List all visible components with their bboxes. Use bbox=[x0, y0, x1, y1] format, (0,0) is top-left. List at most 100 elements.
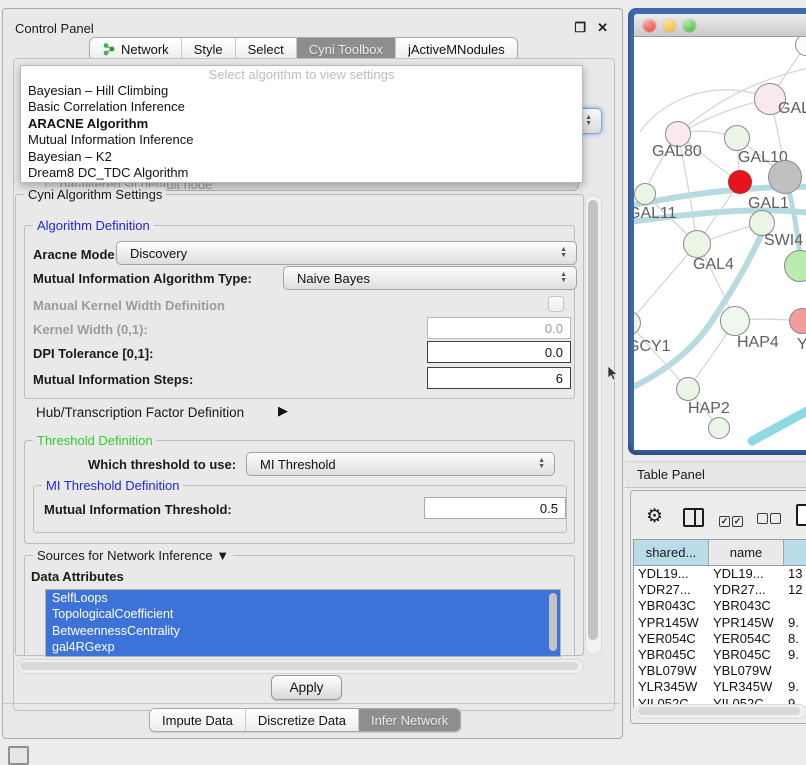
popup-item[interactable]: Mutual Information Inference bbox=[21, 132, 582, 148]
manual-kernel-checkbox[interactable] bbox=[548, 296, 564, 312]
node-label: GAL4 bbox=[693, 256, 734, 274]
settings-scrollbar-track[interactable] bbox=[585, 195, 602, 655]
data-attributes-list: SelfLoops TopologicalCoefficient Between… bbox=[45, 589, 561, 657]
settings-hscrollbar-track[interactable] bbox=[17, 659, 584, 674]
list-item[interactable]: BetweennessCentrality bbox=[46, 623, 560, 639]
table-row[interactable]: YBR043CYBR043C bbox=[634, 598, 806, 614]
threshold-definition-title: Threshold Definition bbox=[33, 433, 157, 448]
popup-item[interactable]: Dream8 DC_TDC Algorithm bbox=[21, 165, 582, 181]
stepper-icon: ▲▼ bbox=[560, 267, 567, 289]
mi-threshold-field[interactable]: 0.5 bbox=[424, 497, 566, 519]
table-hscrollbar-thumb[interactable] bbox=[638, 707, 800, 715]
list-scrollbar[interactable] bbox=[549, 593, 557, 651]
mi-threshold-title: MI Threshold Definition bbox=[42, 478, 183, 493]
node-label: Y bbox=[797, 336, 806, 354]
table-row[interactable]: YLR345WYLR345W9. bbox=[634, 679, 806, 695]
tab-discretize-data[interactable]: Discretize Data bbox=[246, 709, 359, 731]
network-canvas[interactable]: GAL GAL80 GAL10 GAL1 GAL11 SWI4 GAL4 GCY… bbox=[634, 37, 806, 450]
network-node[interactable] bbox=[676, 377, 700, 401]
tab-infer-network[interactable]: Infer Network bbox=[359, 709, 460, 731]
settings-hscrollbar-thumb[interactable] bbox=[20, 662, 578, 670]
network-node[interactable] bbox=[720, 306, 750, 336]
node-label: GAL1 bbox=[748, 195, 789, 213]
network-node[interactable] bbox=[724, 125, 750, 151]
network-node[interactable] bbox=[708, 417, 730, 439]
table-hscrollbar-track[interactable] bbox=[635, 704, 806, 719]
apply-button[interactable]: Apply bbox=[271, 675, 342, 700]
manual-kernel-label: Manual Kernel Width Definition bbox=[33, 298, 225, 313]
dpi-tolerance-field[interactable]: 0.0 bbox=[427, 341, 571, 363]
tab-cyni-toolbox[interactable]: Cyni Toolbox bbox=[297, 38, 396, 60]
control-panel-window: Control Panel ❐ ✕ Network Style Select C… bbox=[2, 8, 623, 739]
gear-icon[interactable]: ⚙ bbox=[646, 505, 663, 528]
list-item[interactable]: SelfLoops bbox=[46, 590, 560, 606]
network-window-titlebar[interactable] bbox=[634, 14, 806, 37]
close-window-icon[interactable]: ✕ bbox=[597, 20, 608, 36]
kernel-width-field[interactable]: 0.0 bbox=[427, 317, 571, 339]
algorithm-definition-group: Algorithm Definition Aracne Mode: Discov… bbox=[24, 225, 575, 399]
tab-style[interactable]: Style bbox=[182, 38, 236, 60]
network-icon bbox=[102, 42, 116, 56]
select-all-checkboxes-icon[interactable]: ✓✓ bbox=[719, 511, 745, 529]
mouse-cursor bbox=[607, 366, 618, 381]
stepper-icon: ▲▼ bbox=[538, 453, 545, 475]
collapse-panel-button[interactable] bbox=[8, 746, 29, 765]
minimize-traffic-light-icon[interactable] bbox=[663, 19, 676, 32]
popup-item[interactable]: Bayesian – K2 bbox=[21, 149, 582, 165]
deselect-all-checkboxes-icon[interactable] bbox=[757, 511, 783, 529]
network-node[interactable] bbox=[634, 183, 656, 205]
network-node-selected[interactable] bbox=[728, 170, 752, 194]
zoom-traffic-light-icon[interactable] bbox=[683, 19, 696, 32]
kernel-width-label: Kernel Width (0,1): bbox=[33, 322, 148, 337]
settings-scrollbar-thumb[interactable] bbox=[588, 200, 598, 640]
tab-select[interactable]: Select bbox=[236, 38, 297, 60]
node-table: shared... name YDL19...YDL19...13 YDR27.… bbox=[633, 539, 806, 708]
table-header-row: shared... name bbox=[634, 540, 806, 566]
table-row[interactable]: YDR27...YDR27...12 bbox=[634, 582, 806, 598]
node-label: GAL80 bbox=[652, 143, 702, 161]
table-row[interactable]: YDL19...YDL19...13 bbox=[634, 566, 806, 582]
network-node[interactable] bbox=[683, 230, 711, 258]
tab-impute-data[interactable]: Impute Data bbox=[150, 709, 246, 731]
node-label: SWI4 bbox=[764, 232, 803, 250]
node-label: HAP2 bbox=[688, 400, 730, 418]
table-row[interactable]: YBL079WYBL079W bbox=[634, 663, 806, 679]
float-window-icon[interactable]: ❐ bbox=[574, 20, 586, 36]
table-row[interactable]: YPR145WYPR145W9. bbox=[634, 615, 806, 631]
aracne-mode-label: Aracne Mode: bbox=[33, 247, 119, 262]
columns-icon[interactable] bbox=[683, 508, 704, 527]
popup-item[interactable]: Basic Correlation Inference bbox=[21, 99, 582, 115]
node-label: HAP4 bbox=[737, 334, 779, 352]
close-traffic-light-icon[interactable] bbox=[643, 19, 656, 32]
expand-arrow-icon[interactable]: ▶ bbox=[278, 403, 288, 419]
list-item[interactable]: TopologicalCoefficient bbox=[46, 606, 560, 622]
node-label: GCY1 bbox=[634, 338, 671, 356]
mi-type-combo[interactable]: Naive Bayes ▲▼ bbox=[283, 266, 577, 290]
column-header-shared-name[interactable]: shared... bbox=[634, 540, 709, 565]
bottom-tabbar: Impute Data Discretize Data Infer Networ… bbox=[149, 708, 461, 732]
new-table-icon[interactable] bbox=[796, 504, 806, 526]
which-threshold-combo[interactable]: MI Threshold ▲▼ bbox=[246, 452, 555, 476]
network-node[interactable] bbox=[768, 160, 802, 194]
popup-placeholder: Select algorithm to view settings bbox=[21, 66, 582, 83]
mi-type-label: Mutual Information Algorithm Type: bbox=[33, 271, 252, 286]
aracne-mode-combo[interactable]: Discovery ▲▼ bbox=[116, 241, 577, 265]
list-item[interactable]: gal4RGexp bbox=[46, 639, 560, 655]
table-row[interactable]: YBR045CYBR045C9. bbox=[634, 647, 806, 663]
collapse-arrow-icon[interactable]: ▼ bbox=[216, 548, 229, 563]
settings-group-title: Cyni Algorithm Settings bbox=[24, 187, 166, 202]
table-panel-window: ⚙ ✓✓ shared... name YDL19...YDL19...13 Y… bbox=[630, 490, 806, 724]
tab-network[interactable]: Network bbox=[90, 38, 182, 60]
popup-item-selected[interactable]: ARACNE Algorithm bbox=[21, 116, 582, 132]
tab-jactivemnodules[interactable]: jActiveMNodules bbox=[396, 38, 517, 60]
mi-threshold-label: Mutual Information Threshold: bbox=[44, 502, 232, 517]
popup-item[interactable]: Bayesian – Hill Climbing bbox=[21, 83, 582, 99]
which-threshold-label: Which threshold to use: bbox=[88, 457, 236, 472]
table-row[interactable]: YER054CYER054C8. bbox=[634, 631, 806, 647]
control-panel-title: Control Panel bbox=[15, 21, 94, 36]
mi-steps-field[interactable]: 6 bbox=[427, 367, 571, 389]
threshold-definition-group: Threshold Definition Which threshold to … bbox=[24, 440, 575, 544]
column-header-name[interactable]: name bbox=[709, 540, 784, 565]
column-header-partial[interactable] bbox=[784, 540, 806, 565]
cyni-algorithm-settings-group: Cyni Algorithm Settings Algorithm Defini… bbox=[15, 194, 584, 656]
